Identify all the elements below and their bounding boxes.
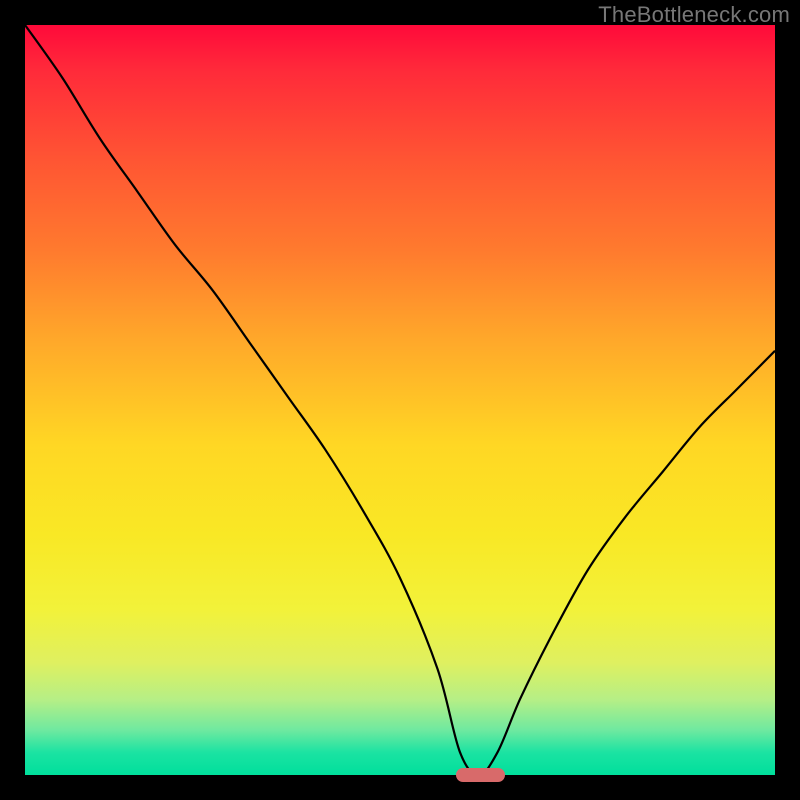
chart-frame: TheBottleneck.com bbox=[0, 0, 800, 800]
optimum-marker bbox=[456, 768, 505, 782]
bottleneck-curve bbox=[25, 25, 775, 775]
watermark-text: TheBottleneck.com bbox=[598, 2, 790, 28]
plot-area bbox=[25, 25, 775, 775]
